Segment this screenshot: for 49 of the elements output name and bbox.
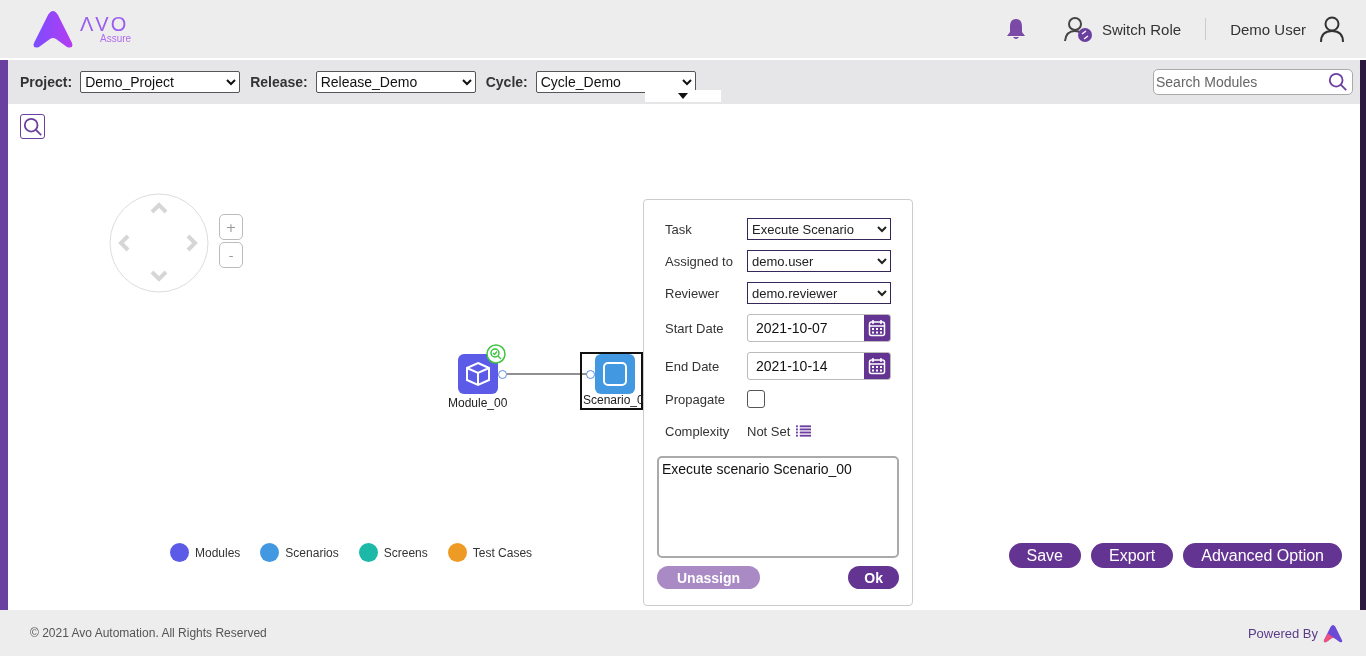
- complexity-value: Not Set: [747, 423, 791, 439]
- copyright-text: © 2021 Avo Automation. All Rights Reserved: [30, 626, 267, 640]
- action-button[interactable]: Advanced Option: [1183, 543, 1342, 568]
- logo-wordmark: ΛVO: [80, 14, 129, 34]
- cube-icon: [464, 361, 491, 387]
- dropdown-field[interactable]: demo.reviewer: [747, 282, 891, 304]
- field-label: Task: [665, 221, 693, 237]
- user-icon[interactable]: [1320, 16, 1344, 42]
- switch-role-button[interactable]: Switch Role: [1063, 16, 1182, 42]
- node-label: Module_00: [448, 396, 508, 410]
- dropdown-field[interactable]: Execute Scenario: [747, 218, 891, 240]
- field-label: Reviewer: [665, 285, 721, 301]
- filter-label: Release:: [250, 74, 308, 90]
- field-label: Start Date: [665, 320, 725, 336]
- action-button[interactable]: Export: [1091, 543, 1174, 568]
- logo-tagline: Assure: [100, 34, 132, 44]
- task-details-field[interactable]: Execute scenario Scenario_00: [657, 456, 899, 558]
- legend-label: Scenarios: [285, 545, 339, 560]
- field-label: End Date: [665, 358, 721, 374]
- bell-icon[interactable]: [1005, 18, 1026, 40]
- legend-label: Screens: [383, 545, 428, 560]
- propagate-checkbox[interactable]: [747, 390, 765, 408]
- filter-dropdown[interactable]: Demo_Project: [80, 71, 241, 93]
- field-label: Propagate: [665, 391, 726, 407]
- popup-button[interactable]: Ok: [848, 566, 899, 589]
- search-button[interactable]: [20, 114, 45, 139]
- legend-label: Modules: [195, 545, 241, 560]
- search-modules-field[interactable]: Search Modules: [1153, 69, 1353, 95]
- dropdown-field[interactable]: demo.user: [747, 250, 891, 272]
- switch-role-icon: [1063, 16, 1094, 42]
- square-icon: [602, 361, 628, 387]
- action-button[interactable]: Save: [1008, 543, 1081, 568]
- user-name: Demo User: [1230, 20, 1306, 38]
- search-icon: [22, 116, 43, 137]
- field-label: Assigned to: [665, 253, 734, 269]
- filter-dropdown[interactable]: Release_Demo: [315, 71, 476, 93]
- list-icon[interactable]: [796, 425, 812, 437]
- filter-label: Cycle:: [485, 74, 528, 90]
- search-icon[interactable]: [1328, 72, 1348, 92]
- module-node[interactable]: [457, 354, 498, 394]
- collapse-tab[interactable]: [645, 90, 721, 102]
- filter-label: Project:: [20, 74, 73, 90]
- connector-port: [497, 369, 507, 379]
- legend-label: Test Cases: [472, 545, 533, 560]
- field-label: Complexity: [665, 423, 731, 439]
- filter-dropdown[interactable]: Cycle_Demo: [535, 71, 696, 93]
- powered-by-text: Powered By: [1247, 625, 1318, 641]
- logo-icon: [1322, 623, 1344, 643]
- scenario-node[interactable]: [595, 354, 635, 394]
